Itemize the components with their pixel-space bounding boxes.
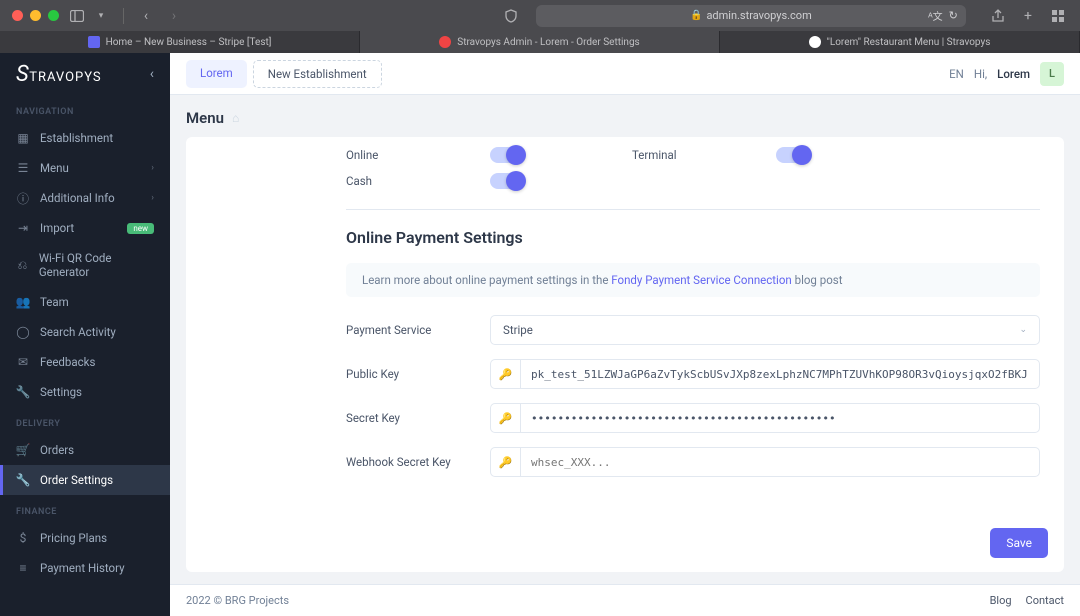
menu-icon: ☰: [16, 161, 30, 175]
contact-link[interactable]: Contact: [1026, 594, 1064, 607]
chat-icon: ✉: [16, 355, 30, 369]
sidebar-item-menu[interactable]: ☰ Menu ›: [0, 153, 170, 183]
shield-icon[interactable]: [501, 6, 521, 26]
sidebar-item-orders[interactable]: 🛒 Orders: [0, 435, 170, 465]
collapse-sidebar-icon[interactable]: ‹: [150, 66, 154, 82]
nav-section-title: NAVIGATION: [0, 95, 170, 123]
toggle-cash[interactable]: [490, 173, 524, 189]
sidebar-item-wifi[interactable]: ⎌ Wi-Fi QR Code Generator: [0, 243, 170, 287]
secret-key-input[interactable]: [520, 403, 1040, 433]
maximize-window-button[interactable]: [48, 10, 59, 21]
reload-icon[interactable]: ↻: [949, 9, 958, 22]
info-banner: Learn more about online payment settings…: [346, 263, 1040, 297]
translate-icon[interactable]: ᴬ文: [928, 8, 943, 23]
fondy-link[interactable]: Fondy Payment Service Connection: [611, 273, 791, 287]
forward-button[interactable]: ›: [164, 6, 184, 26]
main-content: Lorem New Establishment EN Hi, Lorem L M…: [170, 53, 1080, 616]
new-establishment-tab[interactable]: New Establishment: [253, 60, 382, 88]
sidebar-toggle-icon[interactable]: [67, 6, 87, 26]
sidebar-item-team[interactable]: 👥 Team: [0, 287, 170, 317]
language-selector[interactable]: EN: [949, 67, 964, 81]
topbar: Lorem New Establishment EN Hi, Lorem L: [170, 53, 1080, 95]
browser-tab[interactable]: Stravopys Admin - Lorem - Order Settings: [360, 31, 720, 53]
public-key-label: Public Key: [346, 367, 490, 381]
favicon: [809, 36, 821, 48]
new-tab-icon[interactable]: +: [1018, 6, 1038, 26]
sidebar-item-additional-info[interactable]: ⓘ Additional Info ›: [0, 183, 170, 213]
wrench-icon: 🔧: [16, 473, 30, 487]
sidebar-item-settings[interactable]: 🔧 Settings: [0, 377, 170, 407]
home-icon[interactable]: ⌂: [232, 111, 239, 125]
share-icon[interactable]: [988, 6, 1008, 26]
sidebar-item-feedbacks[interactable]: ✉ Feedbacks: [0, 347, 170, 377]
chevron-down-icon[interactable]: ▾: [91, 6, 111, 26]
toggle-terminal[interactable]: [776, 147, 810, 163]
establishment-tab[interactable]: Lorem: [186, 60, 247, 88]
secret-key-label: Secret Key: [346, 411, 490, 425]
wifi-icon: ⎌: [16, 258, 29, 272]
divider: [346, 209, 1040, 210]
webhook-key-label: Webhook Secret Key: [346, 455, 490, 469]
blog-link[interactable]: Blog: [990, 594, 1012, 607]
toggle-label-online: Online: [346, 148, 490, 162]
pricing-icon: $: [16, 531, 30, 545]
search-icon: ◯: [16, 325, 30, 339]
sidebar-item-payment-history[interactable]: ≡ Payment History: [0, 553, 170, 583]
key-icon: 🔑: [490, 447, 520, 477]
nav-section-title: DELIVERY: [0, 407, 170, 435]
browser-tab[interactable]: "Lorem" Restaurant Menu | Stravopys: [720, 31, 1080, 53]
copyright: 2022 © BRG Projects: [186, 594, 289, 607]
payment-service-label: Payment Service: [346, 323, 490, 337]
url-text: admin.stravopys.com: [706, 9, 811, 22]
tab-overview-icon[interactable]: [1048, 6, 1068, 26]
lock-icon: 🔒: [690, 10, 702, 21]
webhook-key-input[interactable]: [520, 447, 1040, 477]
browser-chrome: ▾ ‹ › 🔒 admin.stravopys.com ᴬ文 ↻ +: [0, 0, 1080, 31]
chevron-right-icon: ›: [151, 193, 154, 203]
toggle-online[interactable]: [490, 147, 524, 163]
payment-service-select[interactable]: Stripe ⌄: [490, 315, 1040, 345]
wrench-icon: 🔧: [16, 385, 30, 399]
save-button[interactable]: Save: [990, 528, 1048, 558]
settings-card: Online Terminal Cash Online Payment: [186, 137, 1064, 572]
sidebar-item-import[interactable]: ⇥ Import new: [0, 213, 170, 243]
sidebar-item-pricing-plans[interactable]: $ Pricing Plans: [0, 523, 170, 553]
sidebar: STRAVOPYS ‹ NAVIGATION ▦ Establishment ☰…: [0, 53, 170, 616]
username: Lorem: [997, 67, 1030, 81]
sidebar-item-order-settings[interactable]: 🔧 Order Settings: [0, 465, 170, 495]
building-icon: ▦: [16, 131, 30, 145]
info-icon: ⓘ: [16, 191, 30, 205]
nav-section-title: FINANCE: [0, 495, 170, 523]
sidebar-item-search-activity[interactable]: ◯ Search Activity: [0, 317, 170, 347]
browser-tabs: Home – New Business – Stripe [Test] Stra…: [0, 31, 1080, 53]
favicon: [439, 36, 451, 48]
section-title: Online Payment Settings: [346, 228, 1040, 247]
public-key-input[interactable]: [520, 359, 1040, 389]
page-title-bar: Menu ⌂: [170, 95, 1080, 137]
logo: STRAVOPYS: [16, 62, 102, 87]
address-bar[interactable]: 🔒 admin.stravopys.com ᴬ文 ↻: [536, 5, 966, 27]
new-badge: new: [127, 223, 154, 234]
import-icon: ⇥: [16, 221, 30, 235]
page-title: Menu: [186, 109, 224, 127]
toggle-label-terminal: Terminal: [632, 148, 776, 162]
greeting: Hi,: [974, 67, 987, 81]
chevron-down-icon: ⌄: [1019, 325, 1027, 335]
key-icon: 🔑: [490, 403, 520, 433]
footer: 2022 © BRG Projects Blog Contact: [170, 584, 1080, 616]
back-button[interactable]: ‹: [136, 6, 156, 26]
history-icon: ≡: [16, 561, 30, 575]
team-icon: 👥: [16, 295, 30, 309]
chevron-right-icon: ›: [151, 163, 154, 173]
favicon: [88, 36, 100, 48]
sidebar-item-establishment[interactable]: ▦ Establishment: [0, 123, 170, 153]
cart-icon: 🛒: [16, 443, 30, 457]
browser-tab[interactable]: Home – New Business – Stripe [Test]: [0, 31, 360, 53]
key-icon: 🔑: [490, 359, 520, 389]
close-window-button[interactable]: [12, 10, 23, 21]
avatar[interactable]: L: [1040, 62, 1064, 86]
traffic-lights: [12, 10, 59, 21]
toggle-label-cash: Cash: [346, 174, 490, 188]
minimize-window-button[interactable]: [30, 10, 41, 21]
